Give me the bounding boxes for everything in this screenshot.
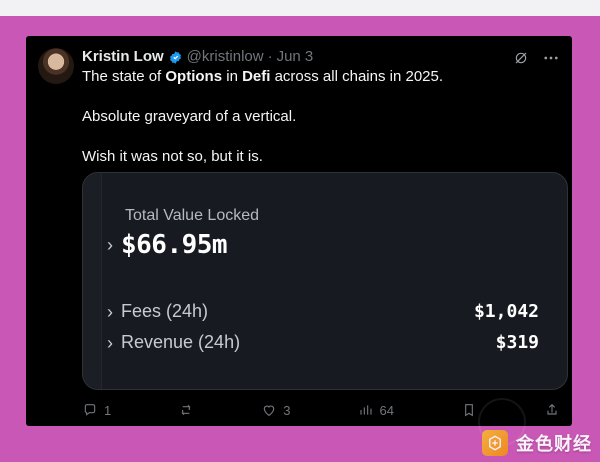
like-count: 3 [283, 402, 291, 418]
watermark-logo-icon [482, 430, 508, 456]
embedded-image-card[interactable]: Total Value Locked › $66.95m › Fees (24h… [82, 172, 568, 390]
revenue-chevron-icon: › [107, 332, 113, 353]
tweet-line-2: Absolute graveyard of a vertical. [82, 108, 297, 125]
watermark-text: 金色财经 [516, 434, 592, 455]
grok-icon[interactable] [512, 49, 530, 67]
repost-icon [181, 404, 191, 416]
top-strip [0, 0, 600, 16]
tweet-header: Kristin Low @kristinlow · Jun 3 [82, 48, 313, 66]
tweet-line-1-suffix: across all chains in 2025. [270, 68, 444, 85]
reply-count: 1 [104, 402, 112, 418]
reply-icon [84, 404, 96, 416]
tweet-text: The state of Options in Defi across all … [82, 68, 552, 188]
more-icon[interactable] [542, 49, 560, 67]
author-name[interactable]: Kristin Low [82, 48, 164, 66]
fees-label: Fees (24h) [121, 301, 209, 321]
like-button[interactable]: 3 [261, 402, 290, 418]
tvl-value: $66.95m [121, 230, 228, 260]
tweet-line-1-options: Options [165, 68, 223, 85]
verified-badge-icon [168, 50, 183, 65]
revenue-label-group: › Revenue (24h) [107, 332, 240, 353]
fees-chevron-icon: › [107, 301, 113, 322]
bookmark-icon [465, 404, 473, 417]
reply-button[interactable]: 1 [82, 402, 111, 418]
revenue-row: › Revenue (24h) $319 [107, 332, 539, 353]
tweet-line-1-prefix: The state of [82, 68, 166, 85]
tweet-line-3: Wish it was not so, but it is. [82, 148, 263, 165]
tweet-line-1-defi: Defi [242, 68, 271, 85]
views-icon [360, 405, 373, 415]
like-icon [264, 405, 275, 417]
tweet-date[interactable]: Jun 3 [277, 48, 314, 66]
share-button[interactable] [544, 402, 560, 418]
views-count: 64 [379, 402, 394, 418]
revenue-value: $319 [495, 332, 539, 353]
tweet-line-1-middle: in [222, 68, 243, 85]
separator-dot: · [267, 48, 273, 65]
tweet-line-1: The state of Options in Defi across all … [82, 68, 552, 86]
tvl-label: Total Value Locked [125, 207, 260, 224]
views-button[interactable]: 64 [357, 402, 394, 418]
tvl-row: › $66.95m [107, 230, 228, 260]
tvl-chevron-icon: › [107, 235, 113, 255]
revenue-label: Revenue (24h) [121, 332, 241, 352]
embedded-card-shade [83, 173, 102, 389]
fees-row: › Fees (24h) $1,042 [107, 301, 539, 322]
author-handle[interactable]: @kristinlow [187, 48, 264, 66]
fees-label-group: › Fees (24h) [107, 301, 208, 322]
header-actions [512, 49, 560, 67]
repost-button[interactable] [178, 402, 194, 418]
bookmark-button[interactable] [461, 402, 477, 418]
tweet-card: Kristin Low @kristinlow · Jun 3 The stat… [26, 36, 572, 426]
share-icon [547, 403, 557, 415]
watermark: 金色财经 [482, 430, 592, 456]
fees-value: $1,042 [473, 301, 539, 322]
avatar[interactable] [38, 48, 74, 84]
